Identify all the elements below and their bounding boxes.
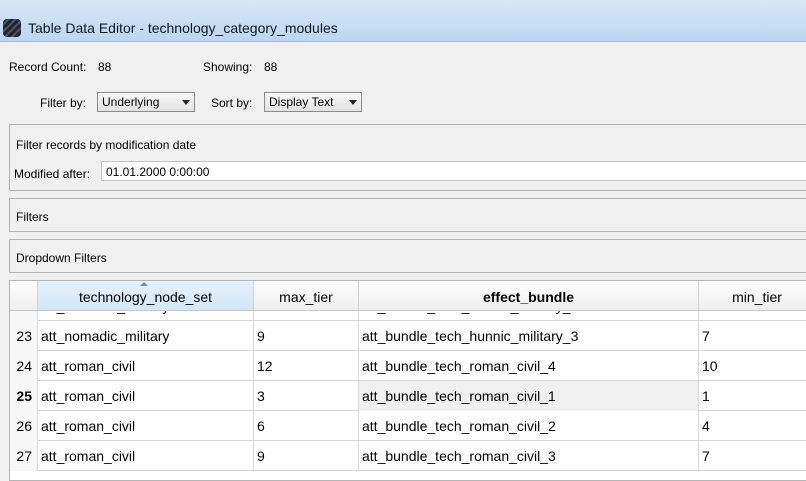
table-cell[interactable]: 6 bbox=[254, 411, 359, 441]
table-cell[interactable]: 12 bbox=[254, 351, 359, 381]
table-cell[interactable]: att_bundle_tech_hunnic_military_3 bbox=[359, 321, 699, 351]
table-cell[interactable]: 9 bbox=[254, 441, 359, 471]
sort-by-label: Sort by: bbox=[211, 96, 253, 110]
table-cell[interactable]: 3 bbox=[254, 381, 359, 411]
record-count-value: 88 bbox=[98, 60, 112, 74]
column-header-technology-node-set[interactable]: technology_node_set bbox=[38, 281, 254, 311]
table-cell[interactable]: att_roman_civil bbox=[38, 351, 254, 381]
table-row[interactable]: 26 att_roman_civil 6 att_bundle_tech_rom… bbox=[10, 411, 806, 441]
window-title: Table Data Editor - technology_category_… bbox=[28, 20, 338, 36]
table-cell[interactable]: 1 bbox=[699, 381, 806, 411]
sort-by-value: Display Text bbox=[269, 95, 334, 109]
column-header-max-tier[interactable]: max_tier bbox=[254, 281, 359, 311]
row-number: 26 bbox=[10, 411, 38, 441]
filter-by-select[interactable]: Underlying bbox=[97, 92, 195, 112]
row-number: 23 bbox=[10, 321, 38, 351]
column-header-label: effect_bundle bbox=[482, 289, 574, 305]
table-row[interactable]: 24 att_roman_civil 12 att_bundle_tech_ro… bbox=[10, 351, 806, 381]
data-table: 22 att_nomadic_military 6 att_bundle_tec… bbox=[9, 280, 806, 481]
table-cell[interactable]: att_roman_civil bbox=[38, 381, 254, 411]
table-cell[interactable]: 10 bbox=[699, 351, 806, 381]
table-cell-focused[interactable]: att_bundle_tech_roman_civil_1 bbox=[359, 381, 699, 411]
date-filter-title: Filter records by modification date bbox=[16, 138, 197, 152]
date-filter-group: Filter records by modification date Modi… bbox=[9, 124, 806, 191]
column-header-label: min_tier bbox=[732, 289, 782, 305]
modified-after-input[interactable]: 01.01.2000 0:00:00 bbox=[101, 161, 806, 181]
filters-section[interactable]: Filters bbox=[9, 198, 806, 232]
table-cell[interactable]: att_roman_civil bbox=[38, 411, 254, 441]
column-header-label: max_tier bbox=[279, 289, 333, 305]
showing-label: Showing: bbox=[203, 60, 253, 74]
chevron-down-icon bbox=[182, 100, 190, 105]
column-header-min-tier[interactable]: min_tier bbox=[699, 281, 806, 311]
filters-title: Filters bbox=[16, 210, 49, 224]
title-bar: Table Data Editor - technology_category_… bbox=[0, 0, 806, 42]
sort-ascending-icon bbox=[140, 282, 148, 286]
filter-by-value: Underlying bbox=[102, 95, 160, 109]
table-row[interactable]: 27 att_roman_civil 9 att_bundle_tech_rom… bbox=[10, 441, 806, 471]
row-number: 27 bbox=[10, 441, 38, 471]
row-number: 25 bbox=[10, 381, 38, 411]
column-header-effect-bundle[interactable]: effect_bundle bbox=[359, 281, 699, 311]
dropdown-filters-section[interactable]: Dropdown Filters bbox=[9, 239, 806, 273]
table-cell[interactable]: 7 bbox=[699, 321, 806, 351]
table-cell[interactable]: att_roman_civil bbox=[38, 441, 254, 471]
table-cell[interactable]: att_bundle_tech_roman_civil_4 bbox=[359, 351, 699, 381]
showing-value: 88 bbox=[264, 60, 278, 74]
sort-by-select[interactable]: Display Text bbox=[264, 92, 362, 112]
dropdown-filters-title: Dropdown Filters bbox=[16, 251, 107, 265]
filter-by-label: Filter by: bbox=[40, 96, 87, 110]
record-count-label: Record Count: bbox=[9, 60, 87, 74]
modified-after-label: Modified after: bbox=[14, 167, 91, 181]
table-cell[interactable]: att_bundle_tech_roman_civil_3 bbox=[359, 441, 699, 471]
column-header-label: technology_node_set bbox=[78, 289, 213, 305]
table-cell[interactable]: att_bundle_tech_roman_civil_2 bbox=[359, 411, 699, 441]
row-header-corner[interactable] bbox=[10, 281, 38, 311]
chevron-down-icon bbox=[349, 100, 357, 105]
table-row-current[interactable]: 25 att_roman_civil 3 att_bundle_tech_rom… bbox=[10, 381, 806, 411]
row-number: 24 bbox=[10, 351, 38, 381]
table-cell[interactable]: 7 bbox=[699, 441, 806, 471]
table-row[interactable]: 23 att_nomadic_military 9 att_bundle_tec… bbox=[10, 321, 806, 351]
table-cell[interactable]: att_nomadic_military bbox=[38, 321, 254, 351]
table-cell[interactable]: 9 bbox=[254, 321, 359, 351]
app-icon bbox=[3, 19, 21, 37]
modified-after-value: 01.01.2000 0:00:00 bbox=[106, 165, 210, 179]
table-cell[interactable]: 4 bbox=[699, 411, 806, 441]
